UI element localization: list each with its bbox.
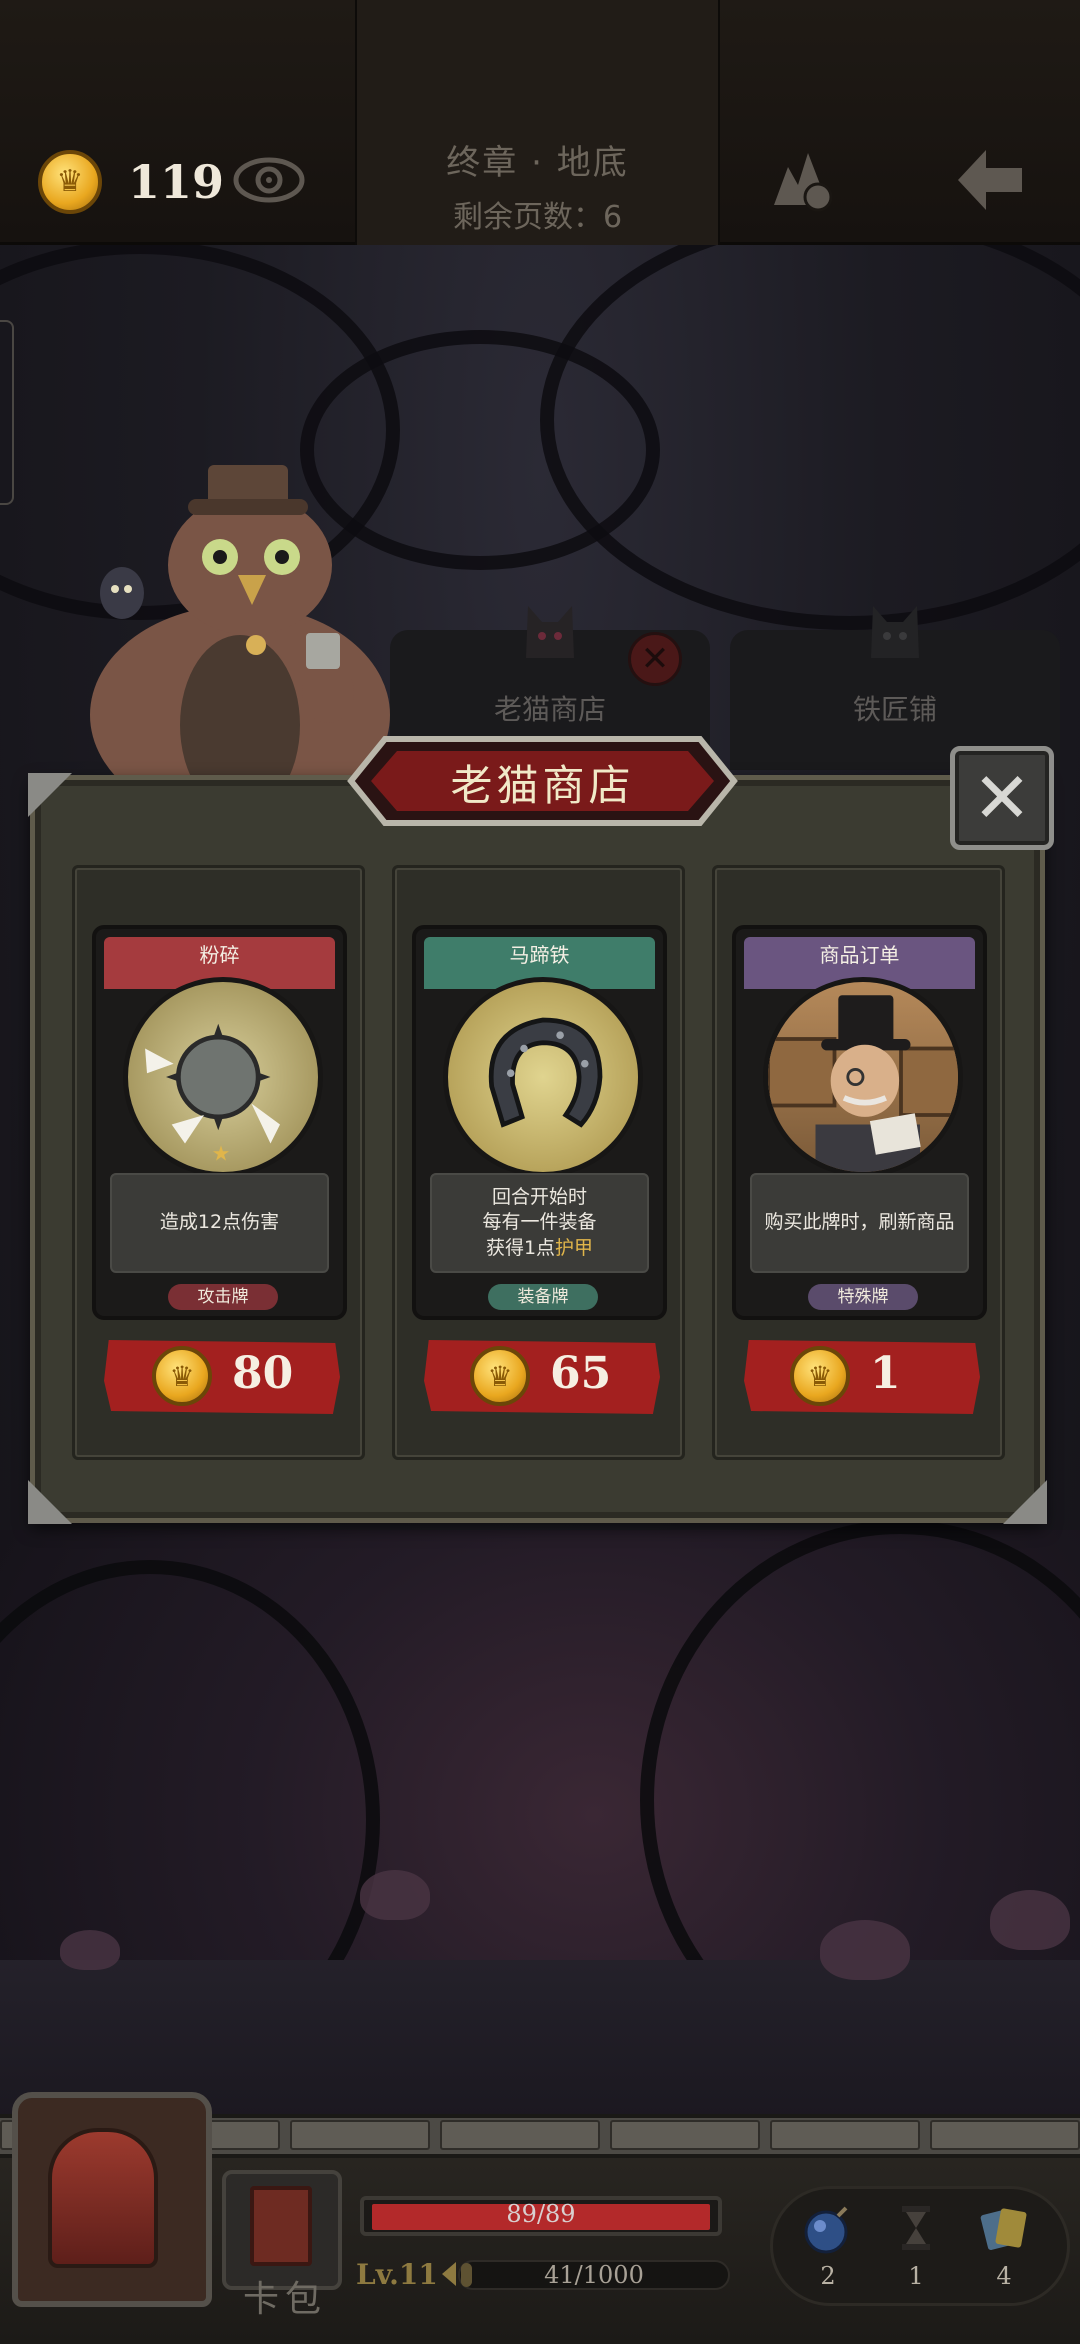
- shop-card-order[interactable]: 商品订单 购买此牌时，刷新商品 特殊牌: [732, 925, 987, 1320]
- card-name: 马蹄铁: [509, 943, 570, 967]
- desc-line: 获得1点护甲: [486, 1236, 593, 1262]
- level-text: Lv.11: [356, 2258, 438, 2291]
- card-description: 购买此牌时，刷新商品: [750, 1173, 969, 1273]
- xp-text: 41/1000: [544, 2261, 644, 2289]
- close-icon[interactable]: ✕: [628, 632, 682, 686]
- price-value: 80: [232, 1348, 294, 1399]
- close-icon: ✕: [972, 757, 1032, 839]
- cards-icon[interactable]: [976, 2200, 1032, 2256]
- desc-line: 回合开始时: [491, 1185, 587, 1208]
- item-count: 4: [996, 2262, 1012, 2290]
- deck-label: 卡包: [242, 2279, 327, 2320]
- shop-card-smash[interactable]: 粉碎 ★ 造成12点伤害 攻击牌: [92, 925, 347, 1320]
- card-name: 粉碎: [199, 943, 240, 967]
- stone-brick: [930, 2120, 1080, 2150]
- bomb-icon[interactable]: [800, 2200, 856, 2256]
- desc-line: 每有一件装备: [482, 1211, 597, 1234]
- hp-text: 89/89: [506, 2200, 576, 2228]
- stone-brick: [610, 2120, 760, 2150]
- mushroom: [360, 1870, 430, 1920]
- pages-left: 剩余页数：6: [452, 200, 623, 235]
- eye-icon[interactable]: [232, 150, 306, 210]
- price-value: 65: [550, 1348, 612, 1399]
- owl-shopkeeper-character: [90, 465, 390, 785]
- spiked-ball-icon: ★: [123, 977, 323, 1177]
- tab-label: 老猫商店: [493, 693, 606, 726]
- svg-text:★: ★: [212, 1142, 231, 1166]
- item-count: 2: [820, 2262, 836, 2290]
- card-book-icon: [250, 2186, 312, 2266]
- card-type-tag: 攻击牌: [168, 1284, 278, 1310]
- card-type-tag: 装备牌: [488, 1284, 598, 1310]
- close-shop-button[interactable]: ✕: [950, 746, 1054, 850]
- chapter-title: 终章 · 地底: [446, 143, 629, 183]
- gold-coin-icon: ♛: [470, 1346, 530, 1406]
- price-value: 1: [870, 1348, 901, 1399]
- spiked-ball-art: ★: [145, 1023, 280, 1166]
- merchant-art: [768, 995, 958, 1172]
- cat-head-icon: [871, 606, 919, 658]
- xp-arrow-icon: [442, 2262, 456, 2286]
- item-count: 1: [908, 2262, 924, 2290]
- card-description: 造成12点伤害: [110, 1173, 329, 1273]
- hero-fist-icon: [48, 2128, 158, 2268]
- card-type-tag: 特殊牌: [808, 1284, 918, 1310]
- desc-line: 购买此牌时，刷新商品: [764, 1211, 955, 1234]
- card-name: 商品订单: [819, 943, 900, 967]
- cat-head-icon: [526, 606, 574, 658]
- card-description: 回合开始时 每有一件装备 获得1点护甲: [430, 1173, 649, 1273]
- tab-label: 铁匠铺: [852, 693, 937, 726]
- mushroom: [820, 1920, 910, 1980]
- hourglass-icon[interactable]: [888, 2200, 944, 2256]
- side-drawer-handle[interactable]: [0, 320, 14, 505]
- horseshoe-icon: [443, 977, 643, 1177]
- shop-title: 老猫商店: [450, 761, 635, 810]
- desc-text: 获得1点: [485, 1236, 556, 1259]
- coin-count: 119: [128, 155, 225, 209]
- desc-line: 造成12点伤害: [159, 1211, 280, 1234]
- party-icon[interactable]: [768, 145, 840, 213]
- stone-brick: [440, 2120, 600, 2150]
- shop-card-horseshoe[interactable]: 马蹄铁 回合开始时 每有一件装备 获得1点护甲 装备牌: [412, 925, 667, 1320]
- gold-coin-icon: ♛: [152, 1346, 212, 1406]
- gold-coin-icon: ♛: [790, 1346, 850, 1406]
- mushroom: [60, 1930, 120, 1970]
- horseshoe-art: [488, 1017, 603, 1128]
- merchant-portrait-icon: [763, 977, 963, 1177]
- armor-keyword: 护甲: [555, 1236, 594, 1259]
- stone-brick: [290, 2120, 430, 2150]
- stone-brick: [770, 2120, 920, 2150]
- back-arrow-icon[interactable]: [950, 140, 1030, 220]
- mushroom: [990, 1890, 1070, 1950]
- gold-coin-icon: ♛: [38, 150, 102, 214]
